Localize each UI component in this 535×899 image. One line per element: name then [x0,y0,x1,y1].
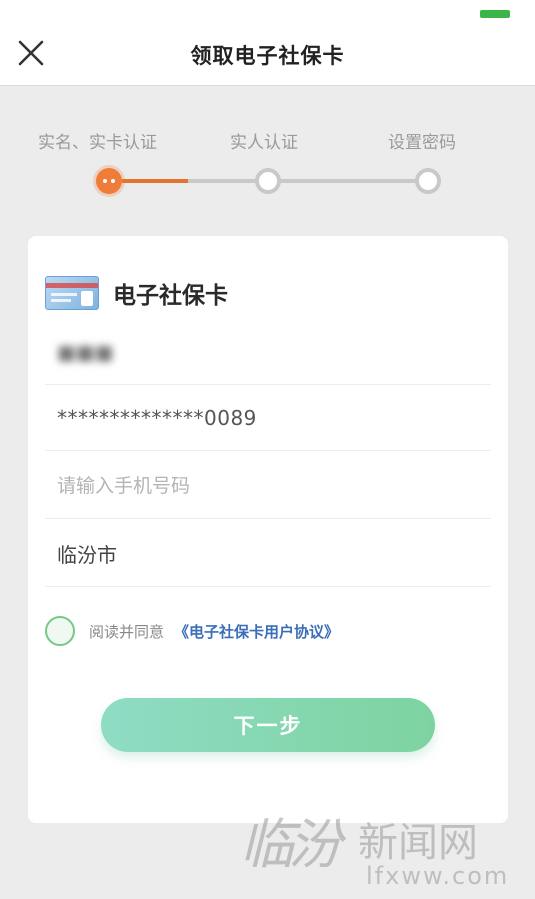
nav-bar: 领取电子社保卡 [0,22,535,86]
form-card: 电子社保卡 ■■■ **************0089 临汾市 阅读并同意 《… [28,236,508,823]
step-dot-pending [415,168,441,194]
page-title: 领取电子社保卡 [190,44,345,68]
progress-steps: 实名、实卡认证 实人认证 设置密码 [0,86,535,236]
next-step-button[interactable]: 下一步 [101,698,435,752]
step-track [188,179,426,183]
agreement-text: 阅读并同意 [89,622,165,641]
watermark-site-name: 新闻网 [358,820,478,866]
social-security-card-icon [45,276,99,310]
watermark-url: lfxww.com [366,862,510,890]
name-value: ■■■ [57,339,114,364]
watermark-logo: 临汾 新闻网 lfxww.com [240,790,530,895]
step-dot-pending [255,168,281,194]
agreement-link[interactable]: 《电子社保卡用户协议》 [174,621,339,642]
phone-input[interactable] [57,474,491,497]
city-value: 临汾市 [57,543,117,567]
step-dot-active [96,168,122,194]
card-title: 电子社保卡 [113,283,228,309]
card-number-row: **************0089 [45,385,491,451]
step-label-password: 设置密码 [388,133,456,153]
agree-checkbox[interactable] [45,616,75,646]
phone-row[interactable] [45,453,491,519]
card-number-value: **************0089 [57,405,257,430]
agreement-row: 阅读并同意 《电子社保卡用户协议》 [45,616,339,646]
step-track-active [122,179,188,183]
name-row: ■■■ [45,319,491,385]
step-label-face: 实人认证 [230,133,298,153]
battery-icon [480,10,510,18]
status-bar [0,0,535,22]
watermark-brush-text: 临汾 [240,813,342,876]
city-row[interactable]: 临汾市 [45,521,491,587]
card-header: 电子社保卡 [45,273,228,313]
step-label-realname: 实名、实卡认证 [38,133,157,153]
